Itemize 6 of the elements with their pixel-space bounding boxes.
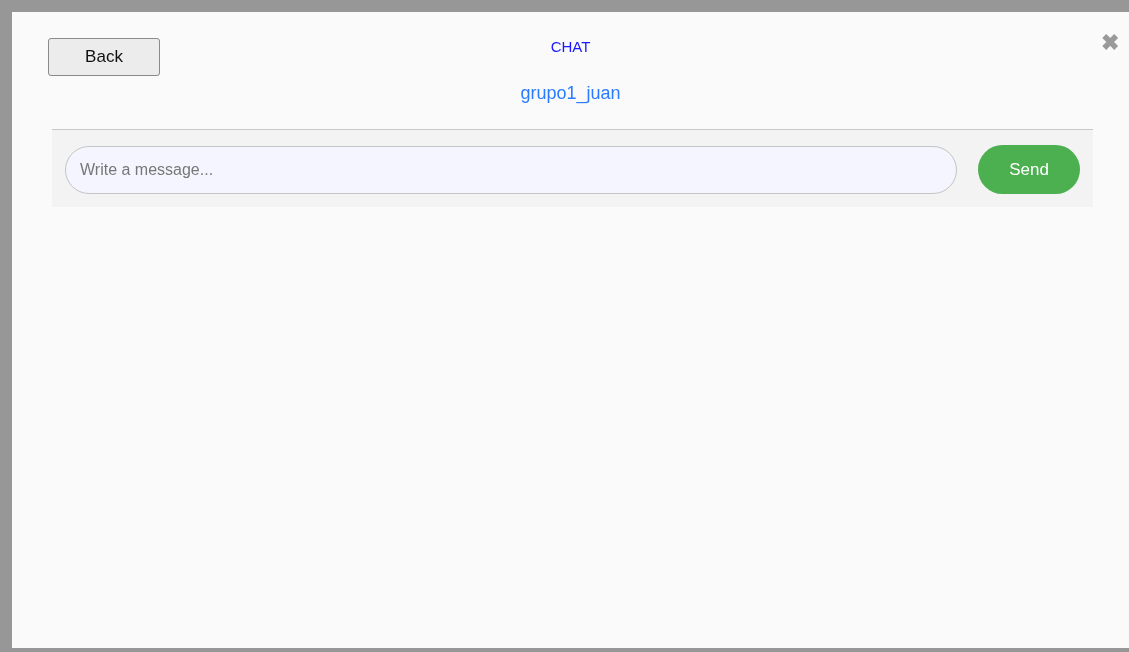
dialog-title: CHAT (550, 38, 591, 55)
message-field[interactable]: Write a message... (65, 145, 957, 194)
close-icon[interactable]: ✖ (1101, 30, 1119, 56)
back-button[interactable]: Back (48, 38, 160, 76)
send-button[interactable]: Send (978, 145, 1080, 194)
chat-name: grupo1_juan (520, 83, 621, 104)
